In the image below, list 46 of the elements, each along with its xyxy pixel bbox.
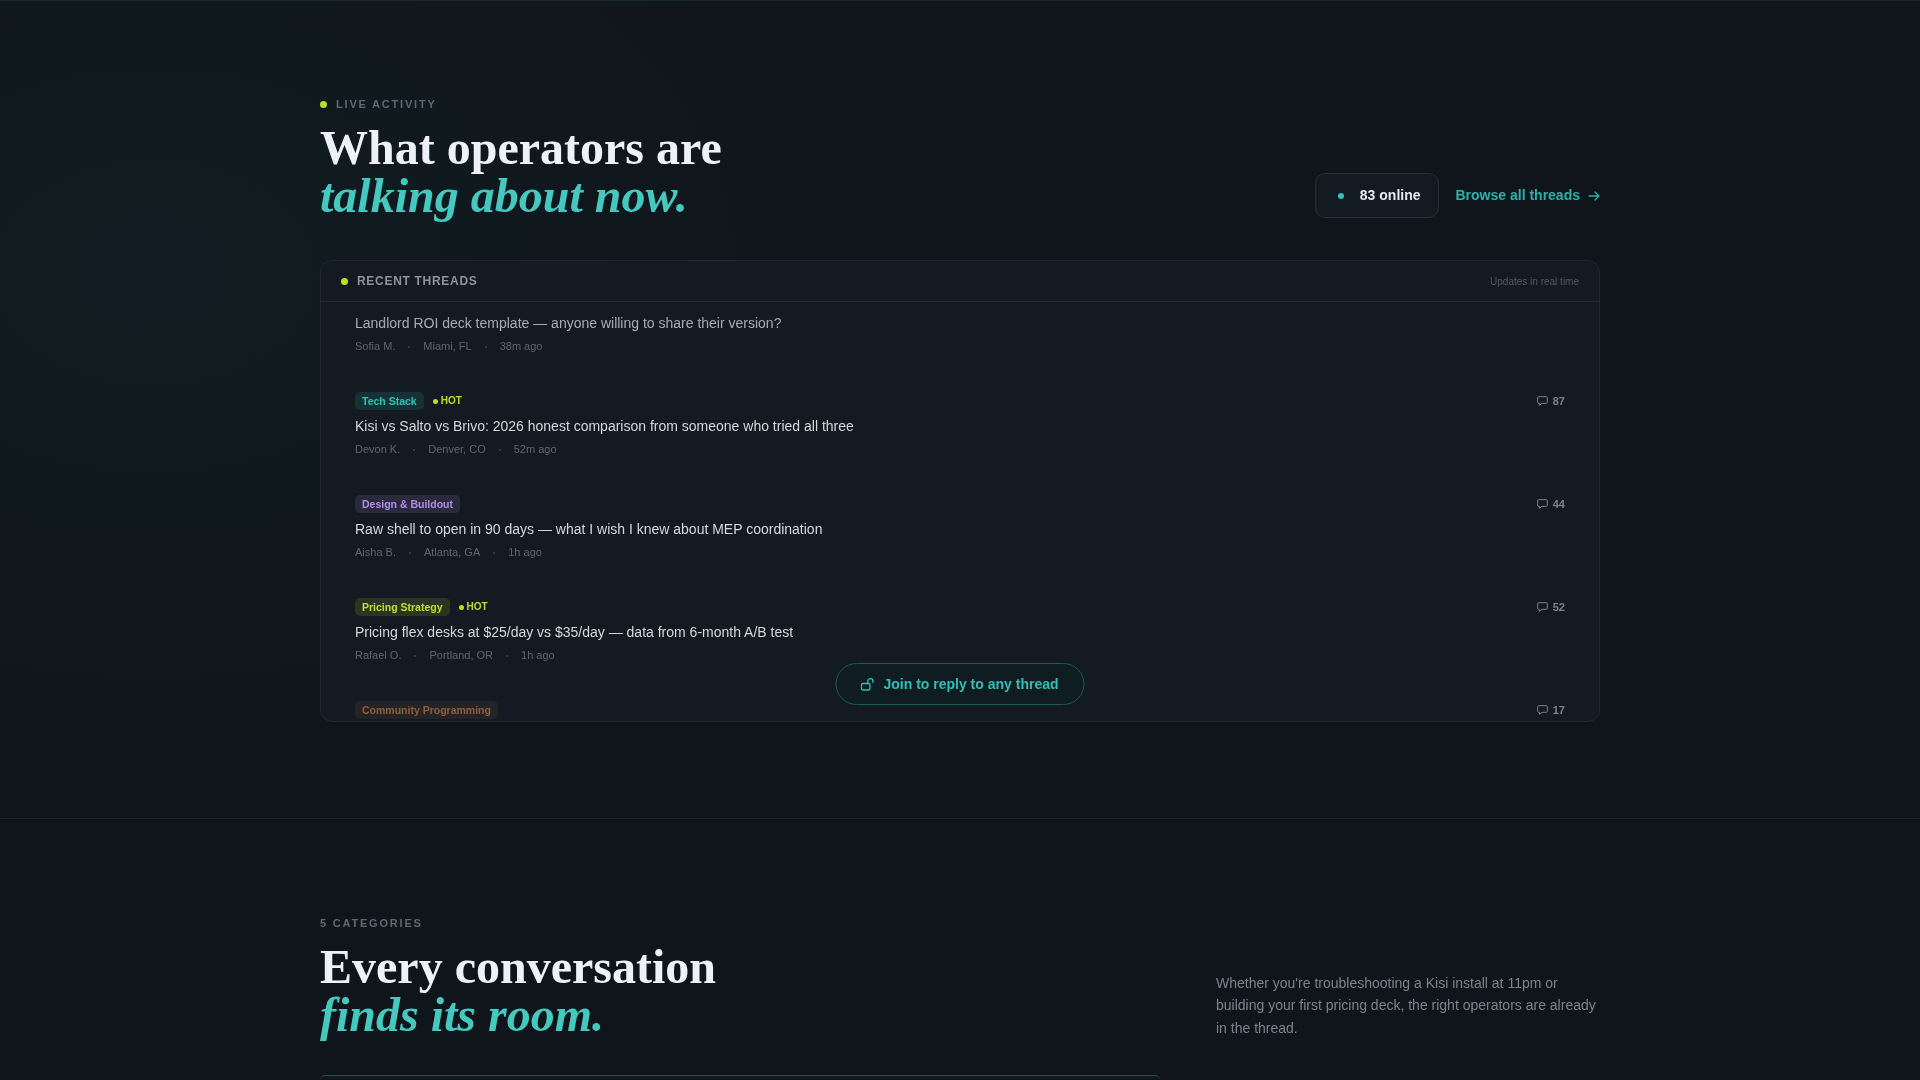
panel-title: RECENT THREADS [357,273,478,290]
location-text: Miami, FL [423,339,472,354]
arrow-right-icon [1588,189,1600,202]
post-time: 52m ago [513,442,557,457]
comment-icon [1536,705,1548,715]
thread-title[interactable]: Landlord ROI deck template — anyone willing to share their version? [355,313,1565,333]
author-name: Aisha B. [355,545,396,560]
location-text: Portland, OR [429,648,494,663]
comment-count: 87 [1552,393,1565,409]
author-name: Sofia M. [355,339,396,354]
location-text: Denver, CO [428,442,486,457]
comment-count: 17 [1552,702,1565,718]
hot-dot-icon [432,398,438,404]
location-text: Atlanta, GA [423,545,481,560]
comment-icon [1536,602,1548,612]
section-label: 5 CATEGORIES [320,916,424,931]
comment-icon [1536,396,1548,406]
hot-label: HOT [466,600,488,614]
post-time: 1h ago [508,545,542,560]
unlock-icon [860,677,875,691]
live-dot-icon [341,277,348,285]
live-dot-icon [320,100,327,108]
comment-count: 52 [1552,599,1565,615]
heading-line: Every conversation [320,943,716,991]
author-name: Rafael O. [355,648,402,663]
thread-title[interactable]: Raw shell to open in 90 days — what I wish I knew about MEP coordination [355,519,1521,539]
post-time: 38m ago [499,339,543,354]
hot-dot-icon [458,604,464,610]
comment-count: 44 [1552,496,1565,512]
category-tag[interactable]: Design & Buildout [355,495,460,513]
thread-title[interactable]: Pricing flex desks at $25/day vs $35/day — data from 6-month A/B test [355,622,1521,642]
thread-title[interactable]: Kisi vs Salto vs Brivo: 2026 honest comparison from someone who tried all three [355,416,1521,436]
join-reply-button[interactable]: Join to reply to any thread [835,663,1085,705]
online-count: 83 online [1359,186,1421,205]
section-description: Whether you're troubleshooting a Kisi install at 11pm or building your first pricing deck, the right operators are already in the thread. [1216,973,1597,1038]
section-label: LIVE ACTIVITY [336,97,437,112]
browse-threads-link[interactable]: Browse all threads [1455,185,1600,206]
hot-label: HOT [440,394,462,408]
author-name: Devon K. [355,442,401,457]
category-tag[interactable]: Pricing Strategy [355,598,450,616]
online-dot-icon [1337,192,1344,199]
comment-icon [1536,499,1548,509]
post-time: 1h ago [521,648,555,663]
realtime-note: Updates in real time [1490,274,1579,289]
category-tag[interactable]: Tech Stack [355,392,424,410]
heading-line: What operators are [320,124,722,172]
